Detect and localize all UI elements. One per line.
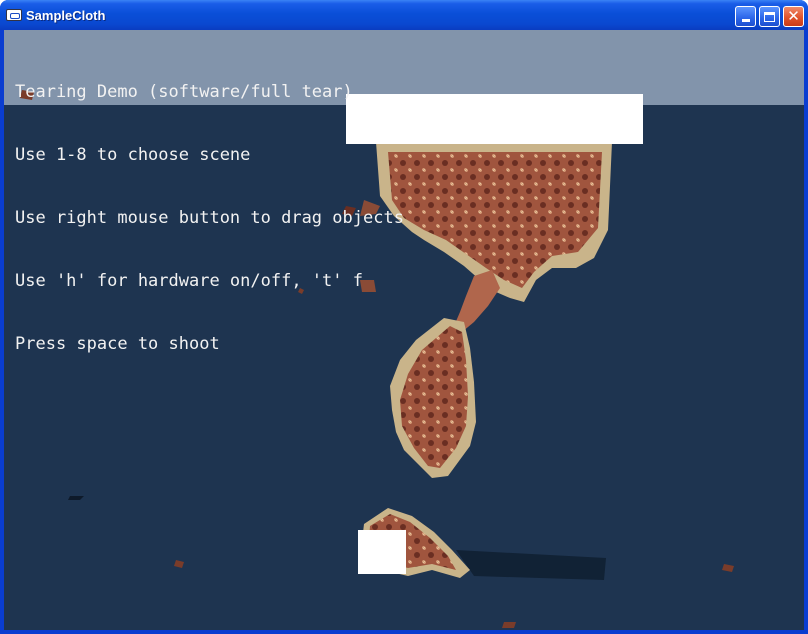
close-button[interactable]: ✕ — [783, 6, 804, 27]
close-icon: ✕ — [787, 7, 800, 25]
app-window-icon[interactable] — [6, 9, 22, 21]
hud-line-scene: Use 1-8 to choose scene — [15, 145, 251, 165]
hud-line-title: Tearing Demo (software/full tear) — [15, 82, 353, 102]
app-window: SampleCloth ✕ Tearing Demo (software/ful… — [0, 0, 808, 634]
redaction-box-bottom — [358, 530, 406, 574]
maximize-button[interactable] — [759, 6, 780, 27]
fragment-7 — [68, 496, 84, 500]
fragment-5 — [722, 564, 734, 572]
maximize-icon — [764, 11, 775, 22]
floor-shadow — [456, 550, 606, 580]
fragment-4 — [174, 560, 184, 568]
hud-line-shoot: Press space to shoot — [15, 334, 220, 354]
hud-line-hardware: Use 'h' for hardware on/off, 't' f — [15, 271, 363, 291]
minimize-button[interactable] — [735, 6, 756, 27]
hud-line-drag: Use right mouse button to drag objects — [15, 208, 404, 228]
hud-instructions: Tearing Demo (software/full tear) Use 1-… — [15, 40, 404, 397]
title-bar[interactable]: SampleCloth ✕ — [0, 0, 808, 30]
fragment-8 — [502, 622, 516, 628]
render-viewport[interactable]: Tearing Demo (software/full tear) Use 1-… — [4, 30, 804, 630]
minimize-icon — [741, 19, 750, 22]
window-title: SampleCloth — [26, 8, 106, 23]
